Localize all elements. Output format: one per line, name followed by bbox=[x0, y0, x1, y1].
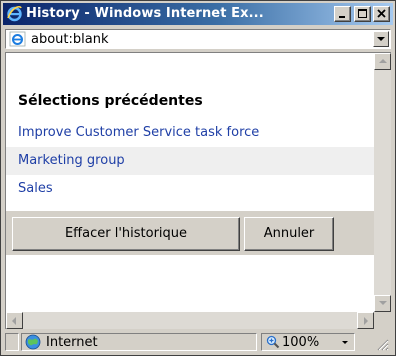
minimize-button[interactable] bbox=[334, 6, 351, 22]
horizontal-scrollbar[interactable] bbox=[6, 312, 374, 329]
minimize-icon bbox=[339, 16, 345, 18]
scroll-left-button[interactable] bbox=[6, 312, 23, 329]
zone-label: Internet bbox=[46, 335, 98, 350]
zoom-label: 100% bbox=[282, 335, 320, 350]
history-item-marketing[interactable]: Marketing group bbox=[6, 147, 374, 175]
title-bar[interactable]: History - Windows Internet Ex... bbox=[3, 3, 393, 25]
history-item-customer-service[interactable]: Improve Customer Service task force bbox=[6, 119, 374, 147]
status-bar: Internet 100% bbox=[5, 331, 391, 353]
maximize-button[interactable] bbox=[354, 6, 371, 22]
history-item-sales[interactable]: Sales bbox=[6, 175, 374, 203]
browser-window: History - Windows Internet Ex... about:b… bbox=[0, 0, 396, 356]
close-icon bbox=[377, 9, 386, 18]
zoom-dropdown-icon[interactable] bbox=[342, 341, 348, 344]
cancel-button[interactable]: Annuler bbox=[244, 217, 334, 251]
scrollbar-corner bbox=[374, 312, 391, 329]
magnifier-icon bbox=[266, 335, 280, 349]
address-bar[interactable]: about:blank bbox=[5, 29, 391, 49]
zoom-pane[interactable]: 100% bbox=[261, 333, 355, 351]
globe-icon bbox=[25, 334, 41, 350]
maximize-icon bbox=[358, 9, 367, 18]
security-zone-pane[interactable]: Internet bbox=[21, 333, 257, 351]
status-pane-left bbox=[5, 333, 19, 351]
page-content: Sélections précédentes Improve Customer … bbox=[6, 53, 374, 312]
window-title: History - Windows Internet Ex... bbox=[26, 6, 264, 21]
history-heading: Sélections précédentes bbox=[18, 93, 203, 109]
vertical-scrollbar[interactable] bbox=[374, 53, 391, 312]
ie-page-icon bbox=[9, 31, 26, 47]
ie-logo-icon bbox=[7, 5, 22, 22]
page-viewport: Sélections précédentes Improve Customer … bbox=[5, 52, 391, 329]
resize-grip-icon[interactable] bbox=[375, 337, 389, 351]
address-text: about:blank bbox=[31, 32, 109, 47]
clear-history-button[interactable]: Effacer l'historique bbox=[12, 217, 240, 251]
close-button[interactable] bbox=[373, 6, 390, 22]
scroll-up-button[interactable] bbox=[374, 53, 391, 70]
scroll-down-button[interactable] bbox=[374, 295, 391, 312]
address-dropdown-button[interactable] bbox=[373, 31, 389, 47]
scroll-right-button[interactable] bbox=[357, 312, 374, 329]
